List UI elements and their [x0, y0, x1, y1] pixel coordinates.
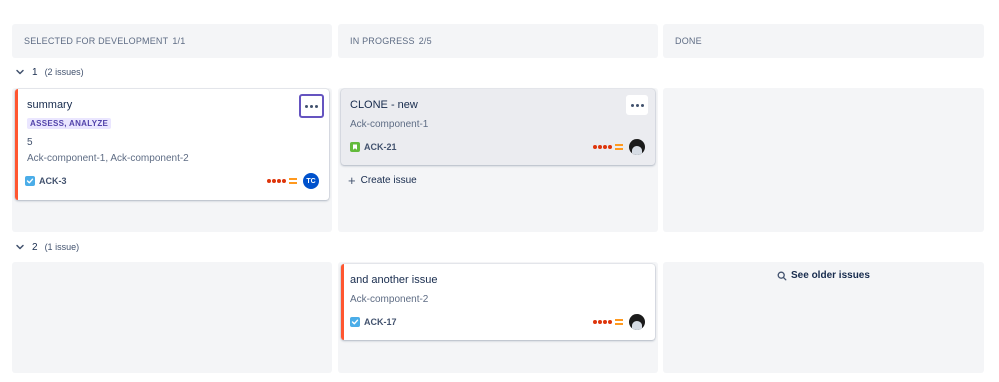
swimlane-name: 1	[32, 66, 38, 78]
column-header-done: DONE	[663, 24, 984, 58]
see-older-issues-button[interactable]: See older issues	[777, 270, 870, 281]
card-title: and another issue	[350, 274, 438, 286]
issue-card-ack-3[interactable]: summary ASSESS, ANALYZE 5 Ack-component-…	[15, 89, 329, 200]
column-count: 1/1	[172, 36, 186, 46]
medium-priority-icon	[615, 144, 623, 150]
avatar[interactable]	[629, 314, 645, 330]
task-icon	[350, 317, 360, 327]
cell-lane2-selected	[12, 262, 332, 373]
issue-key[interactable]: ACK-3	[39, 176, 67, 186]
avatar[interactable]	[629, 139, 645, 155]
swimlane-header-2[interactable]: 2 (1 issue)	[14, 239, 79, 255]
task-icon	[25, 176, 35, 186]
issue-card-ack-21[interactable]: CLONE - new Ack-component-1 ACK-21	[341, 89, 655, 165]
issue-key[interactable]: ACK-17	[364, 317, 397, 327]
more-actions-button[interactable]	[626, 95, 648, 115]
swimlane-issue-count: (1 issue)	[44, 242, 80, 252]
card-footer: ACK-3 TC	[25, 172, 319, 190]
more-actions-button[interactable]	[299, 94, 324, 118]
chevron-down-icon[interactable]	[14, 66, 26, 78]
card-title: CLONE - new	[350, 99, 418, 111]
avatar[interactable]: TC	[303, 173, 319, 189]
flag-bar	[15, 89, 18, 200]
column-title: DONE	[675, 36, 702, 46]
story-icon	[350, 142, 360, 152]
medium-priority-icon	[289, 178, 297, 184]
issue-card-ack-17[interactable]: and another issue Ack-component-2 ACK-17	[341, 264, 655, 340]
card-footer: ACK-17	[350, 313, 645, 331]
flag-bar	[341, 264, 344, 340]
card-title: summary	[27, 99, 73, 111]
card-components: Ack-component-1	[350, 119, 429, 130]
card-footer: ACK-21	[350, 138, 645, 156]
see-older-label: See older issues	[791, 270, 870, 281]
epic-label[interactable]: ASSESS, ANALYZE	[27, 118, 112, 129]
swimlane-header-1[interactable]: 1 (2 issues)	[14, 64, 84, 80]
search-icon	[777, 271, 787, 280]
card-components: Ack-component-2	[350, 294, 429, 305]
column-header-selected: SELECTED FOR DEVELOPMENT 1/1	[12, 24, 332, 58]
column-title: IN PROGRESS	[350, 36, 415, 46]
medium-priority-icon	[615, 319, 623, 325]
plus-icon: +	[348, 172, 356, 188]
swimlane-issue-count: (2 issues)	[44, 67, 84, 77]
chevron-down-icon[interactable]	[14, 241, 26, 253]
card-components: Ack-component-1, Ack-component-2	[27, 153, 189, 164]
column-count: 2/5	[418, 36, 432, 46]
story-points: 5	[27, 137, 33, 148]
priority-highest-icon	[593, 320, 612, 324]
swimlane-name: 2	[32, 241, 38, 253]
create-issue-label: Create issue	[360, 175, 417, 186]
column-title: SELECTED FOR DEVELOPMENT	[24, 36, 169, 46]
cell-lane1-done	[663, 88, 984, 232]
priority-highest-icon	[267, 179, 286, 183]
issue-key[interactable]: ACK-21	[364, 142, 397, 152]
priority-highest-icon	[593, 145, 612, 149]
column-header-in-progress: IN PROGRESS 2/5	[338, 24, 658, 58]
create-issue-button[interactable]: + Create issue	[348, 172, 417, 188]
